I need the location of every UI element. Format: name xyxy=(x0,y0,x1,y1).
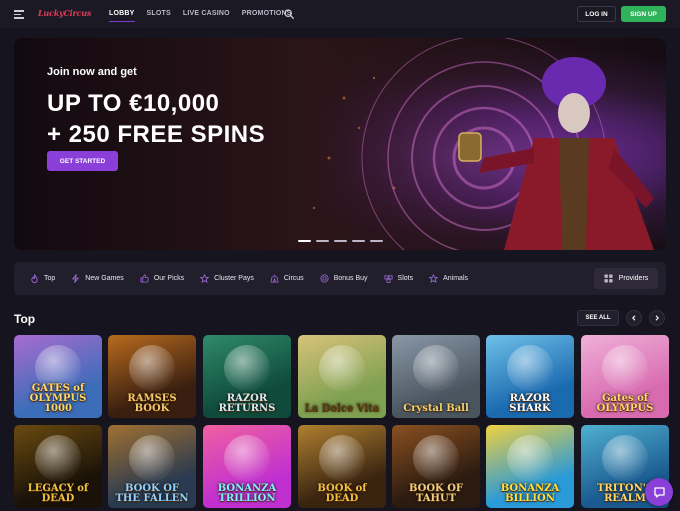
game-artwork xyxy=(129,345,175,391)
game-artwork xyxy=(224,345,270,391)
game-artwork xyxy=(507,435,553,481)
category-label: Top xyxy=(44,275,56,282)
game-tile[interactable]: La Dolce Vita xyxy=(298,335,386,418)
search-icon[interactable] xyxy=(284,9,294,19)
signup-button[interactable]: SIGN UP xyxy=(621,6,666,22)
category-label: Cluster Pays xyxy=(214,275,254,282)
carousel-dots xyxy=(298,240,383,242)
see-all-button[interactable]: SEE ALL xyxy=(577,310,619,326)
chevron-left-icon xyxy=(632,315,636,321)
carousel-dot[interactable] xyxy=(334,240,347,242)
game-tile[interactable]: RAZOR RETURNS xyxy=(203,335,291,418)
game-tile[interactable]: Crystal Ball xyxy=(392,335,480,418)
game-title: BOOK OF THE FALLEN xyxy=(115,483,189,504)
category-label: Circus xyxy=(283,275,304,282)
game-title: LEGACY of DEAD xyxy=(27,483,89,504)
main-nav: LOBBY SLOTS LIVE CASINO PROMOTIONS xyxy=(109,10,292,22)
game-title: BOOK of DEAD xyxy=(317,483,367,504)
game-tile[interactable]: LEGACY of DEAD xyxy=(14,425,102,508)
category-label: Animals xyxy=(443,275,469,282)
category-slots[interactable]: Slots xyxy=(384,274,414,283)
prev-button[interactable] xyxy=(626,310,642,326)
lightning-icon xyxy=(72,274,80,283)
game-title: BONANZA TRILLION xyxy=(217,483,277,504)
game-tile[interactable]: RAMSES BOOK xyxy=(108,335,196,418)
game-title: La Dolce Vita xyxy=(304,403,380,414)
game-artwork xyxy=(602,345,648,391)
game-tile[interactable]: BOOK OF THE FALLEN xyxy=(108,425,196,508)
category-label: New Games xyxy=(85,275,124,282)
nav-live-casino[interactable]: LIVE CASINO xyxy=(183,10,230,17)
site-logo[interactable]: LuckyCircus xyxy=(38,8,91,18)
game-title: Crystal Ball xyxy=(403,403,469,414)
carousel-dot[interactable] xyxy=(352,240,365,242)
game-artwork xyxy=(224,435,270,481)
game-title: RAMSES BOOK xyxy=(127,393,177,414)
nav-slots[interactable]: SLOTS xyxy=(147,10,171,17)
game-tile[interactable]: Gates of OLYMPUS xyxy=(581,335,669,418)
category-label: Bonus Buy xyxy=(333,275,368,282)
game-artwork xyxy=(413,435,459,481)
game-tile[interactable]: GATES of OLYMPUS 1000 xyxy=(14,335,102,418)
get-started-button[interactable]: GET STARTED xyxy=(47,151,118,171)
game-tile[interactable]: BOOK of DEAD xyxy=(298,425,386,508)
category-bonus-buy[interactable]: Bonus Buy xyxy=(320,274,368,283)
hero-subtitle: Join now and get xyxy=(47,66,137,78)
hero-title-line-2: + 250 FREE SPINS xyxy=(47,121,266,148)
slot-icon xyxy=(384,275,393,283)
section-title: Top xyxy=(14,312,36,326)
next-button[interactable] xyxy=(649,310,665,326)
chevron-right-icon xyxy=(655,315,659,321)
nav-lobby[interactable]: LOBBY xyxy=(109,10,135,22)
hamburger-menu-icon[interactable] xyxy=(14,10,24,19)
game-artwork xyxy=(507,345,553,391)
chat-icon xyxy=(653,486,665,498)
category-list: Top New Games Our Picks Cluster Pays Cir… xyxy=(30,274,484,283)
game-artwork xyxy=(602,435,648,481)
grid-icon xyxy=(604,274,613,283)
game-tile[interactable]: BONANZA BILLION xyxy=(486,425,574,508)
category-circus[interactable]: Circus xyxy=(270,274,304,283)
category-our-picks[interactable]: Our Picks xyxy=(140,274,184,283)
game-tile[interactable]: RAZOR SHARK xyxy=(486,335,574,418)
hero-copy: Join now and get UP TO €10,000 + 250 FRE… xyxy=(47,66,265,150)
circus-tent-icon xyxy=(270,274,279,283)
star-icon xyxy=(200,274,210,283)
hero-title-line-1: UP TO €10,000 xyxy=(47,90,220,117)
game-artwork xyxy=(129,435,175,481)
game-title: GATES of OLYMPUS 1000 xyxy=(29,383,87,414)
game-title: BOOK OF TAHUT xyxy=(408,483,464,504)
category-label: Slots xyxy=(397,275,414,282)
carousel-dot[interactable] xyxy=(370,240,383,242)
chat-button[interactable] xyxy=(645,478,673,506)
flame-icon xyxy=(31,274,38,283)
game-title: Gates of OLYMPUS xyxy=(596,393,654,414)
game-title: RAZOR RETURNS xyxy=(218,393,276,414)
top-header: LuckyCircus LOBBY SLOTS LIVE CASINO PROM… xyxy=(0,0,680,28)
game-title: BONANZA BILLION xyxy=(500,483,560,504)
coin-icon xyxy=(320,274,329,283)
category-cluster-pays[interactable]: Cluster Pays xyxy=(200,274,254,283)
star-icon xyxy=(429,274,439,283)
category-label: Our Picks xyxy=(153,275,185,282)
game-title: RAZOR SHARK xyxy=(509,393,551,414)
category-bar: Top New Games Our Picks Cluster Pays Cir… xyxy=(14,262,666,295)
category-top[interactable]: Top xyxy=(30,274,55,283)
category-animals[interactable]: Animals xyxy=(429,274,468,283)
hero-banner[interactable]: Join now and get UP TO €10,000 + 250 FRE… xyxy=(14,38,666,250)
category-new-games[interactable]: New Games xyxy=(71,274,124,283)
game-tile[interactable]: BOOK OF TAHUT xyxy=(392,425,480,508)
game-artwork xyxy=(319,435,365,481)
game-artwork xyxy=(413,345,459,391)
carousel-dot[interactable] xyxy=(298,240,311,242)
game-tile[interactable]: BONANZA TRILLION xyxy=(203,425,291,508)
providers-label: Providers xyxy=(618,275,649,282)
game-artwork xyxy=(319,345,365,391)
carousel-dot[interactable] xyxy=(316,240,329,242)
game-artwork xyxy=(35,435,81,481)
providers-button[interactable]: Providers xyxy=(594,268,658,289)
thumbs-up-icon xyxy=(140,274,149,283)
login-button[interactable]: LOG IN xyxy=(577,6,616,22)
